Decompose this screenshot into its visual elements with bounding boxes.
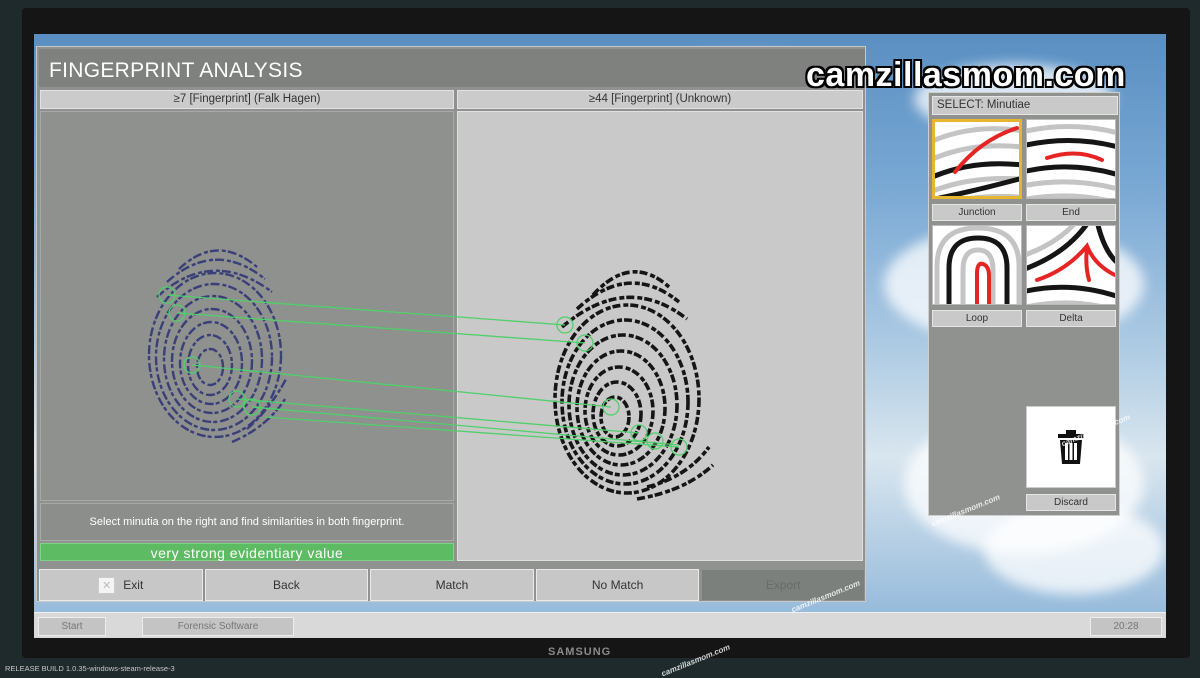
discard-button[interactable] (1026, 406, 1116, 488)
build-info: RELEASE BUILD 1.0.35-windows-steam-relea… (5, 664, 175, 673)
app-title: FINGERPRINT ANALYSIS (39, 49, 865, 87)
end-label: End (1026, 204, 1116, 221)
exit-label: Exit (123, 578, 144, 592)
exit-button[interactable]: ✕ Exit (39, 569, 203, 601)
unknown-fingerprint-panel[interactable] (457, 111, 863, 561)
junction-label: Junction (932, 204, 1022, 221)
minutia-delta-tile[interactable] (1026, 225, 1116, 305)
minutia-loop-tile[interactable] (932, 225, 1022, 305)
back-button[interactable]: Back (204, 569, 369, 601)
delta-icon (1027, 226, 1115, 304)
taskbar-forensic-software[interactable]: Forensic Software (142, 617, 294, 636)
left-print-number: 7 (179, 93, 187, 105)
close-icon: ✕ (98, 576, 116, 594)
no-match-button[interactable]: No Match (535, 569, 700, 601)
junction-icon (935, 126, 1019, 196)
minutia-junction-tile[interactable] (932, 119, 1022, 199)
left-print-header: ≥7 [Fingerprint] (Falk Hagen) (40, 90, 454, 109)
left-print-label: [Fingerprint] (Falk Hagen) (189, 93, 321, 105)
instruction-text: Select minutia on the right and find sim… (40, 503, 454, 541)
loop-label: Loop (932, 310, 1022, 327)
taskbar: Start Forensic Software 20:28 (34, 612, 1166, 638)
right-print-label: [Fingerprint] (Unknown) (611, 93, 732, 105)
monitor-brand-logo: SAMSUNG (548, 646, 612, 658)
right-print-number: 44 (595, 93, 608, 105)
right-print-header: ≥44 [Fingerprint] (Unknown) (457, 90, 863, 109)
evidence-value-bar: very strong evidentiary value (40, 543, 454, 561)
site-watermark: camzillasmom.com (806, 56, 1126, 94)
reference-fingerprint-panel[interactable] (40, 111, 454, 501)
delta-label: Delta (1026, 310, 1116, 327)
minutia-end-tile[interactable] (1026, 119, 1116, 199)
fingerprint-analysis-window: FINGERPRINT ANALYSIS ≥7 [Fingerprint] (F… (36, 46, 866, 602)
loop-icon (934, 226, 1021, 304)
match-button[interactable]: Match (370, 569, 534, 601)
end-icon (1027, 123, 1115, 198)
start-button[interactable]: Start (38, 617, 106, 636)
taskbar-clock: 20:28 (1090, 617, 1162, 636)
minutiae-selector-panel: SELECT: Minutiae Junction End Loop Delta… (928, 92, 1120, 516)
action-bar: ✕ Exit Back Match No Match Export (39, 569, 865, 601)
minutiae-header: SELECT: Minutiae (932, 96, 1118, 115)
discard-label: Discard (1026, 494, 1116, 511)
